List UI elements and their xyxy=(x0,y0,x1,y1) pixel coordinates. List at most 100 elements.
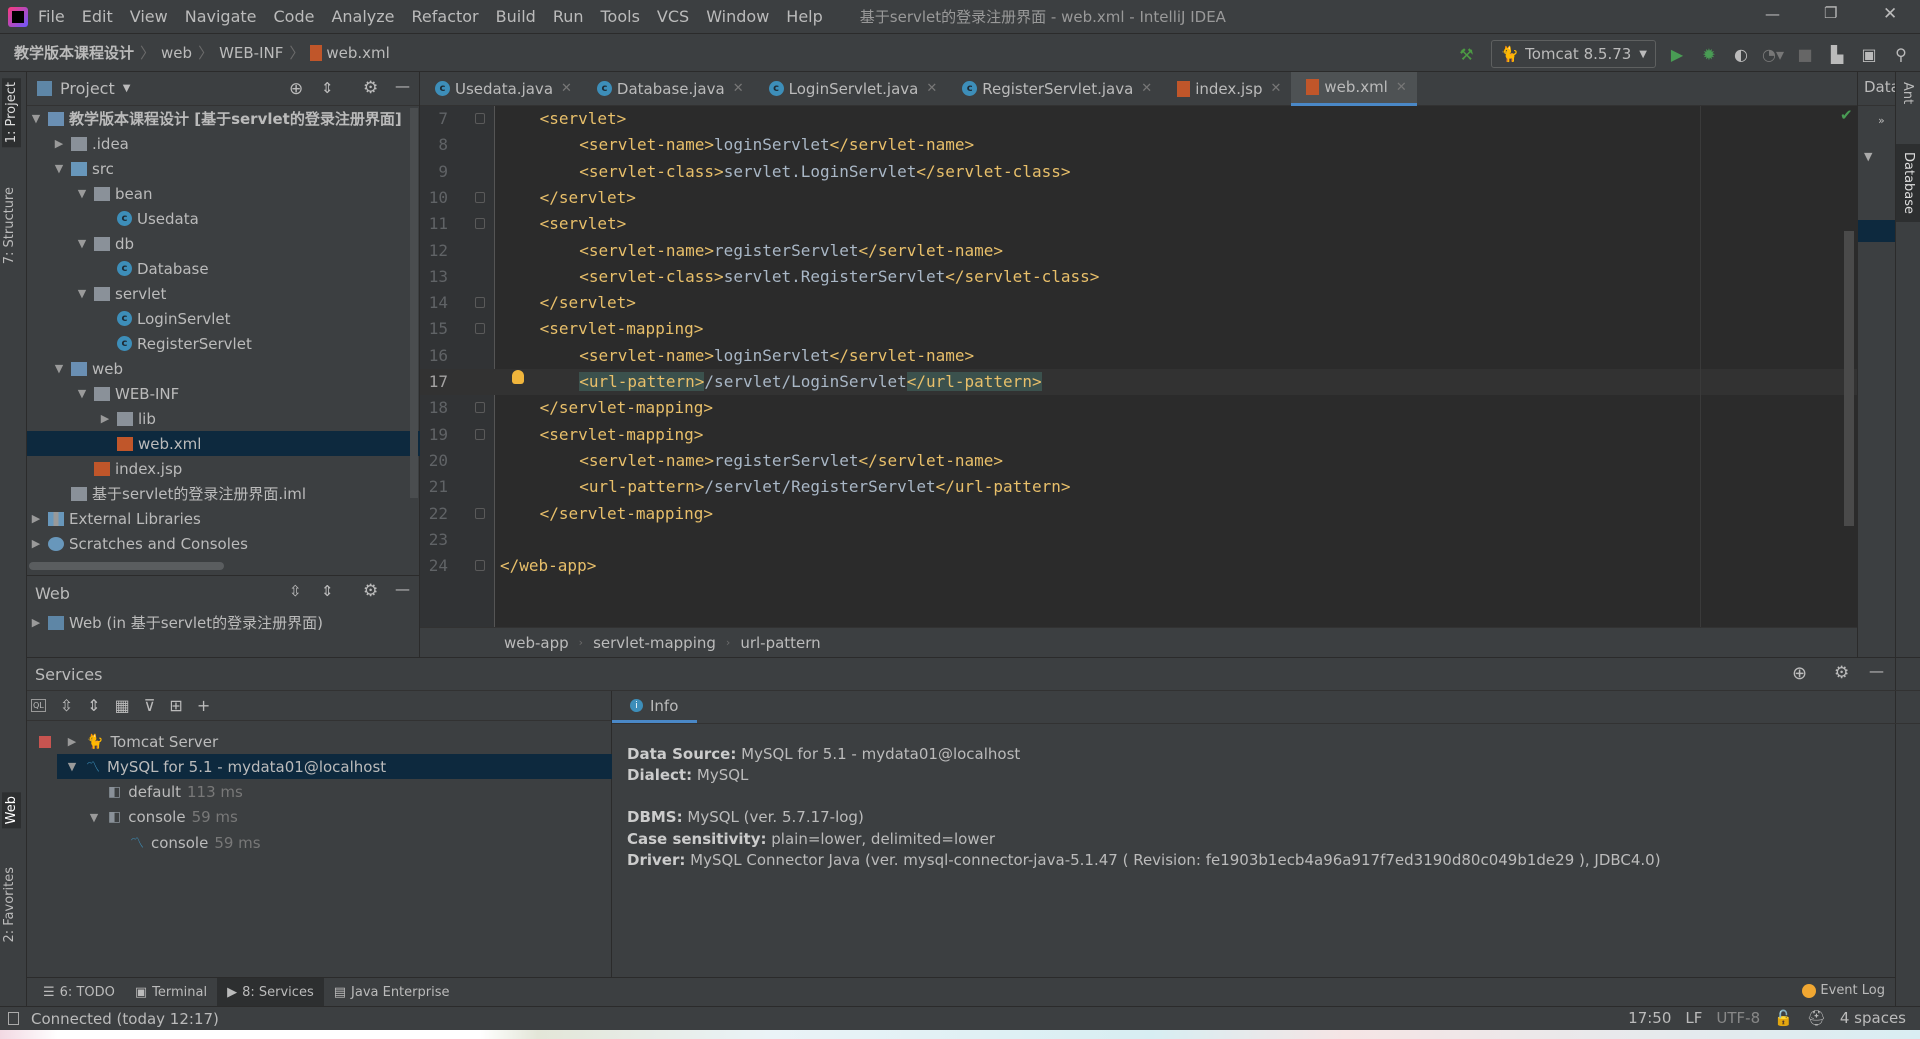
run-config-select[interactable]: 🐈 Tomcat 8.5.73 ▼ xyxy=(1491,40,1656,68)
code-line[interactable]: 19 <servlet-mapping> xyxy=(420,422,1857,448)
expand-arrow-icon[interactable]: ▶ xyxy=(98,412,112,425)
tree-item[interactable]: ▶ lib xyxy=(27,406,420,431)
tree-item[interactable]: web.xml xyxy=(27,431,420,456)
web-facet-item[interactable]: ▶ Web (in 基于servlet的登录注册界面) xyxy=(27,610,419,635)
tree-arrow-icon[interactable]: ▼ xyxy=(1864,150,1872,163)
code-line[interactable]: 13 <servlet-class>servlet.RegisterServlet… xyxy=(420,264,1857,290)
tree-item[interactable]: ▼ src xyxy=(27,156,420,181)
expand-arrow-icon[interactable]: ▼ xyxy=(52,362,66,375)
tab-info[interactable]: i Info xyxy=(612,691,697,723)
expand-arrow-icon[interactable]: ▶ xyxy=(29,537,43,550)
code-line[interactable]: 8 <servlet-name>loginServlet</servlet-nam… xyxy=(420,132,1857,158)
fold-marker-icon[interactable] xyxy=(475,113,485,124)
breadcrumb-item[interactable]: web xyxy=(161,44,192,62)
code-line[interactable]: 18 </servlet-mapping> xyxy=(420,395,1857,421)
editor-scrollbar[interactable] xyxy=(1844,231,1854,526)
tree-item[interactable]: ▼ web xyxy=(27,356,420,381)
tree-item[interactable]: ▼ db xyxy=(27,231,420,256)
tool-tab-web[interactable]: Web xyxy=(2,792,21,829)
code-line[interactable]: 11 <servlet> xyxy=(420,211,1857,237)
status-toggle-icon[interactable] xyxy=(8,1012,19,1025)
expand-arrow-icon[interactable]: ▼ xyxy=(52,162,66,175)
hide-icon[interactable]: — xyxy=(395,580,410,598)
tree-item[interactable]: ▼ servlet xyxy=(27,281,420,306)
expand-arrow-icon[interactable]: ▼ xyxy=(65,760,79,773)
breadcrumb-item[interactable]: WEB-INF xyxy=(219,44,283,62)
menu-run[interactable]: Run xyxy=(553,7,584,26)
close-tab-icon[interactable]: ✕ xyxy=(561,81,572,96)
code-line[interactable]: 15 <servlet-mapping> xyxy=(420,316,1857,342)
breadcrumb-item[interactable]: 教学版本课程设计 xyxy=(14,42,134,63)
close-tab-icon[interactable]: ✕ xyxy=(926,81,937,96)
expand-arrow-icon[interactable]: ▶ xyxy=(65,735,79,748)
project-structure-icon[interactable]: ▙ xyxy=(1826,43,1848,65)
tree-item[interactable]: ▼ bean xyxy=(27,181,420,206)
code-line[interactable]: 20 <servlet-name>registerServlet</servlet… xyxy=(420,448,1857,474)
bottom-tab[interactable]: ▶ 8: Services xyxy=(217,977,324,1007)
code-line[interactable]: 16 <servlet-name>loginServlet</servlet-na… xyxy=(420,343,1857,369)
gear-icon[interactable]: ⚙ xyxy=(1834,663,1849,683)
close-tab-icon[interactable]: ✕ xyxy=(1141,81,1152,96)
menu-analyze[interactable]: Analyze xyxy=(331,7,394,26)
expand-all-icon[interactable]: ⇳ xyxy=(289,582,302,600)
chevron-down-icon[interactable]: ▼ xyxy=(123,83,131,94)
menu-refactor[interactable]: Refactor xyxy=(412,7,479,26)
file-encoding[interactable]: UTF-8 xyxy=(1716,1009,1760,1027)
vertical-scrollbar[interactable] xyxy=(410,108,418,498)
project-view-select[interactable]: Project xyxy=(60,79,115,98)
bottom-tab[interactable]: ☰ 6: TODO xyxy=(33,978,125,1007)
code-line[interactable]: 22 </servlet-mapping> xyxy=(420,501,1857,527)
expand-arrow-icon[interactable]: ▼ xyxy=(75,187,89,200)
fold-marker-icon[interactable] xyxy=(475,507,485,519)
menu-view[interactable]: View xyxy=(130,7,168,26)
caret-position[interactable]: 17:50 xyxy=(1628,1009,1671,1027)
fold-marker-icon[interactable] xyxy=(475,297,485,309)
code-editor[interactable]: 7 <servlet> 8 <servlet-name>loginServlet</s… xyxy=(420,106,1857,627)
fold-marker-icon[interactable] xyxy=(475,323,485,335)
tree-item[interactable]: c LoginServlet xyxy=(27,306,420,331)
tool-tab-structure[interactable]: 7: Structure xyxy=(2,187,17,264)
service-item[interactable]: ▼ 〽 MySQL for 5.1 - mydata01@localhost xyxy=(57,754,612,780)
service-item[interactable]: ◧ default 113 ms xyxy=(57,780,612,805)
breadcrumb-item[interactable]: url-pattern xyxy=(740,634,820,652)
expand-arrow-icon[interactable]: ▼ xyxy=(75,387,89,400)
menu-navigate[interactable]: Navigate xyxy=(185,7,257,26)
close-tab-icon[interactable]: ✕ xyxy=(1396,80,1407,95)
gear-icon[interactable]: ⚙ xyxy=(363,581,378,601)
tree-item[interactable]: index.jsp xyxy=(27,456,420,481)
code-line[interactable]: 12 <servlet-name>registerServlet</servlet… xyxy=(420,238,1857,264)
breadcrumb-item[interactable]: servlet-mapping xyxy=(593,634,716,652)
run-icon[interactable]: ▶ xyxy=(1666,43,1688,65)
tree-item[interactable]: ▶ .idea xyxy=(27,131,420,156)
editor-tab[interactable]: web.xml ✕ xyxy=(1291,71,1417,106)
tree-item[interactable]: c Database xyxy=(27,256,420,281)
presentation-icon[interactable]: ▣ xyxy=(1858,43,1880,65)
editor-tab[interactable]: index.jsp ✕ xyxy=(1162,72,1291,106)
tree-item[interactable]: 基于servlet的登录注册界面.iml xyxy=(27,481,420,506)
fold-marker-icon[interactable] xyxy=(475,218,485,230)
expand-arrow-icon[interactable]: ▼ xyxy=(75,237,89,250)
tree-item[interactable]: c RegisterServlet xyxy=(27,331,420,356)
tree-item[interactable]: ▼ 教学版本课程设计 [基于servlet的登录注册界面] xyxy=(27,106,420,131)
close-tab-icon[interactable]: ✕ xyxy=(1271,81,1282,96)
intention-bulb-icon[interactable] xyxy=(512,370,524,384)
expand-arrow-icon[interactable]: ▶ xyxy=(52,137,66,150)
build-hammer-icon[interactable]: ⚒ xyxy=(1455,43,1477,65)
lock-icon[interactable]: 🔓 xyxy=(1774,1009,1793,1027)
menu-vcs[interactable]: VCS xyxy=(657,7,689,26)
tool-tab-project[interactable]: 1: Project xyxy=(2,78,21,148)
bottom-tab[interactable]: ▣ Terminal xyxy=(125,978,217,1007)
globe-icon[interactable]: ⊕ xyxy=(1792,663,1807,684)
menu-code[interactable]: Code xyxy=(274,7,315,26)
fold-marker-icon[interactable] xyxy=(475,560,485,572)
line-separator[interactable]: LF xyxy=(1685,1009,1702,1027)
code-line[interactable]: 23 xyxy=(420,527,1857,553)
tree-item[interactable]: c Usedata xyxy=(27,206,420,231)
expand-icon[interactable]: » xyxy=(1878,114,1885,127)
debug-icon[interactable]: ✹ xyxy=(1698,43,1720,65)
inspector-icon[interactable]: ⛑ xyxy=(1807,1009,1826,1027)
expand-arrow-icon[interactable]: ▶ xyxy=(29,512,43,525)
hide-icon[interactable]: — xyxy=(395,77,410,95)
code-line[interactable]: 14 </servlet> xyxy=(420,290,1857,316)
editor-tab[interactable]: c RegisterServlet.java ✕ xyxy=(947,72,1162,106)
